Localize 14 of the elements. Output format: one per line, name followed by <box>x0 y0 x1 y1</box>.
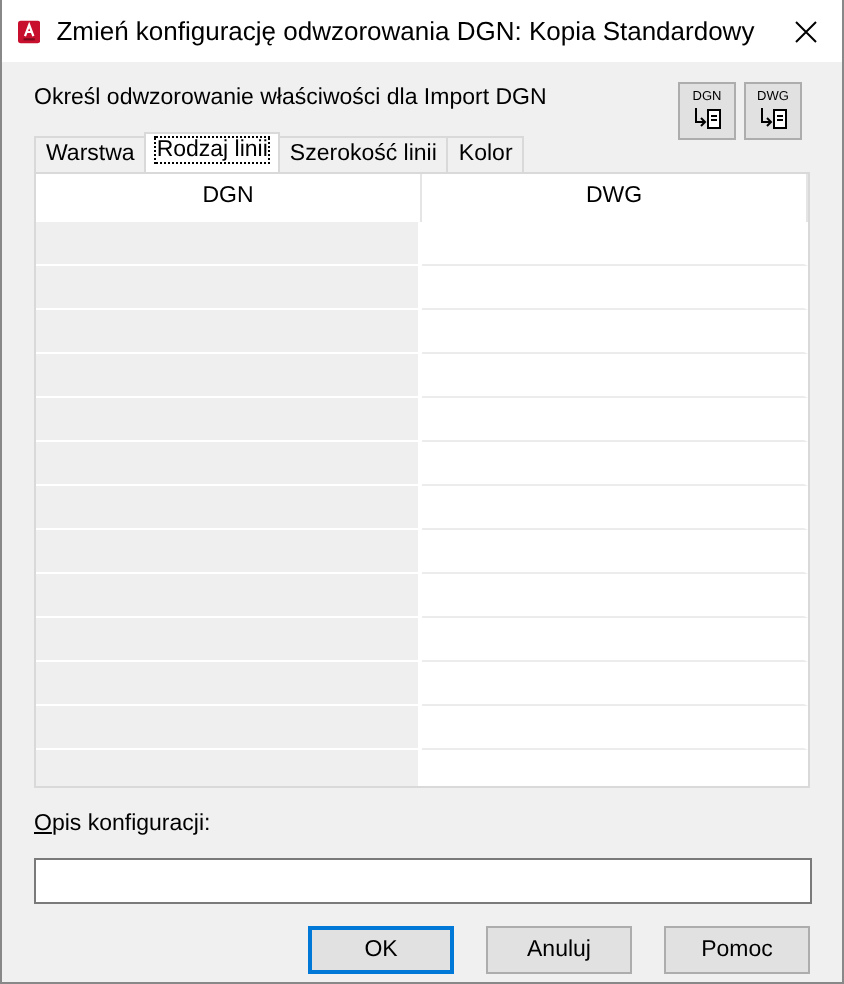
description-label: Opis konfiguracji: <box>34 810 213 840</box>
tab[interactable]: Rodzaj linii <box>144 132 280 172</box>
instruction-text: Określ odwzorowanie właściwości dla Import DGN <box>34 84 547 114</box>
dialog-button[interactable]: Pomoc <box>664 926 810 975</box>
dialog-button[interactable]: Anuluj <box>486 926 632 975</box>
arrow-document-icon <box>757 105 789 130</box>
tab[interactable]: Kolor <box>446 136 525 172</box>
description-field[interactable] <box>34 858 812 905</box>
arrow-document-icon <box>691 105 723 130</box>
dialog-button[interactable]: OK <box>308 926 454 975</box>
close-icon <box>794 19 819 43</box>
tab[interactable]: Warstwa <box>34 136 147 172</box>
app-icon <box>18 15 41 47</box>
window-title: Zmień konfigurację odwzorowania DGN: Kopia Standardowy <box>56 13 755 50</box>
